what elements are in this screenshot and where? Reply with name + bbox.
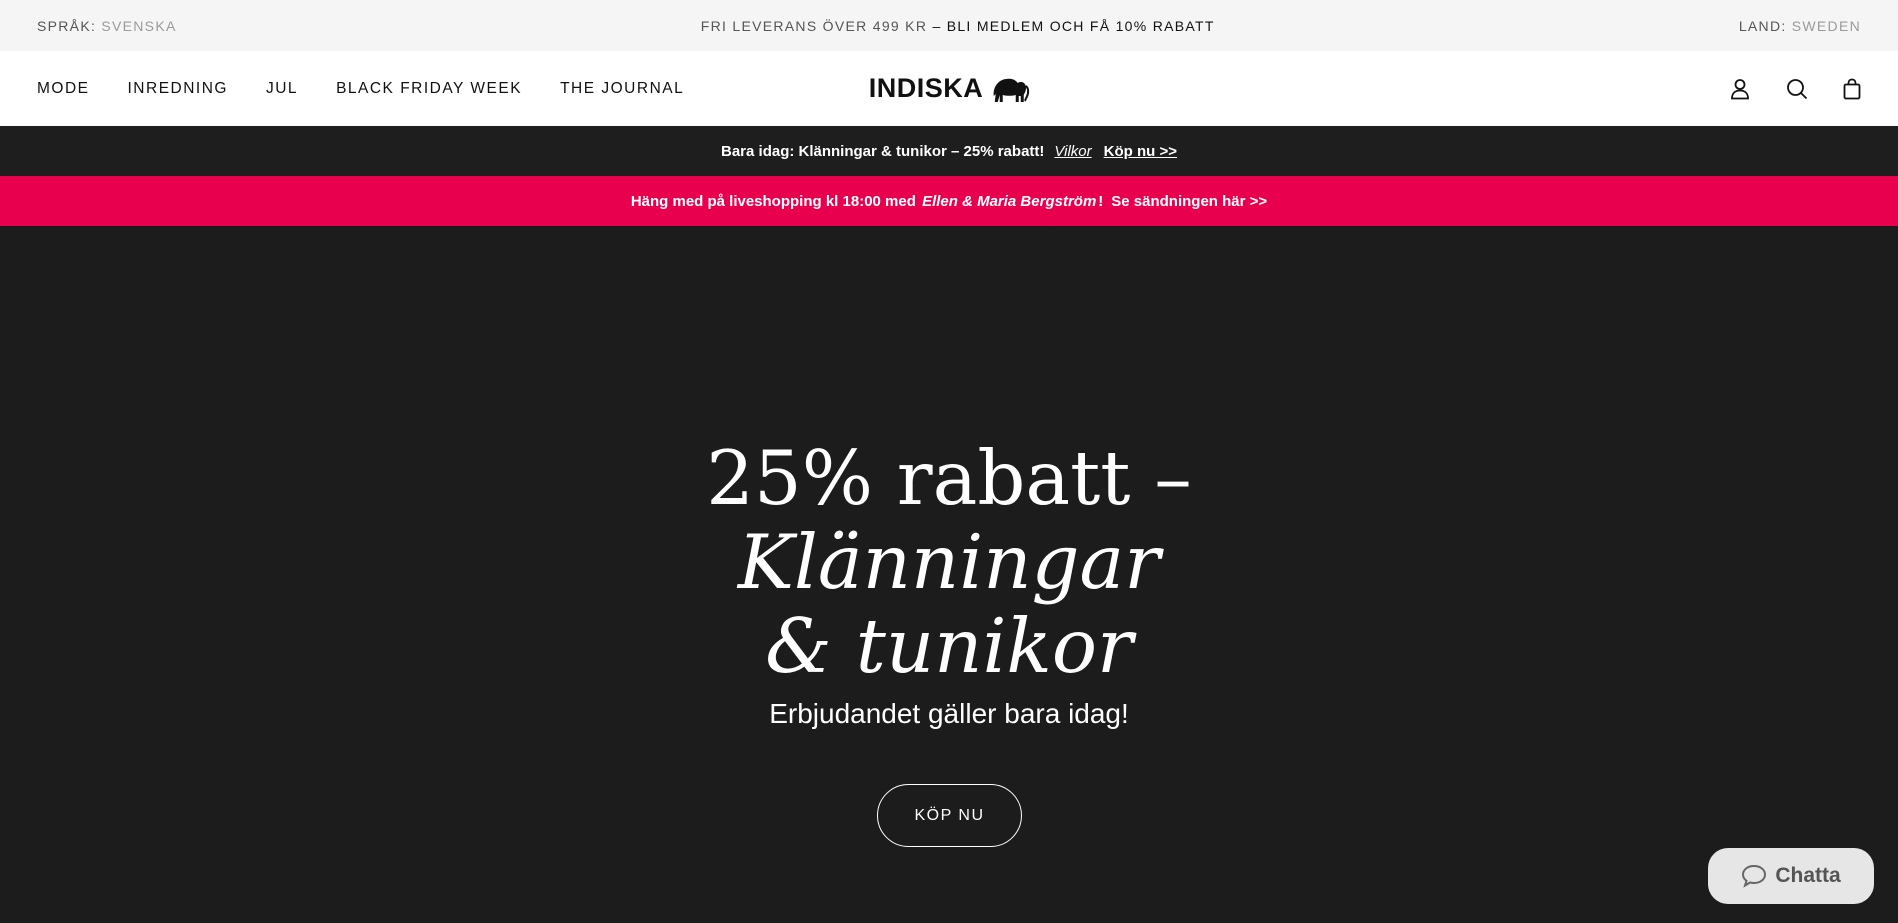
bag-icon	[1843, 78, 1861, 99]
chat-button[interactable]: Chatta	[1708, 848, 1874, 904]
hero-title-line-3: & tunikor	[765, 602, 1133, 690]
logo[interactable]: INDISKA	[869, 73, 1030, 104]
nav-item-inredning[interactable]: INREDNING	[128, 80, 228, 98]
nav-item-the-journal[interactable]: THE JOURNAL	[560, 80, 684, 98]
nav-item-mode[interactable]: MODE	[37, 80, 90, 98]
country-label: LAND:	[1738, 17, 1787, 34]
hero-title-line-1: 25% rabatt –	[706, 434, 1192, 522]
shop-now-button[interactable]: KÖP NU	[877, 784, 1022, 847]
liveshopping-banner[interactable]: Häng med på liveshopping kl 18:00 med El…	[0, 176, 1898, 226]
search-icon	[1786, 78, 1807, 99]
nav-item-jul[interactable]: JUL	[266, 80, 298, 98]
account-button[interactable]	[1711, 69, 1768, 109]
daily-offer-cta[interactable]: Köp nu >>	[1104, 143, 1177, 160]
hero-section: 25% rabatt – Klänningar & tunikor Erbjud…	[0, 226, 1898, 923]
country-selector[interactable]: LAND: SWEDEN	[1739, 18, 1861, 34]
liveshopping-cta[interactable]: Se sändningen här >>	[1111, 193, 1267, 210]
hero-subtitle: Erbjudandet gäller bara idag!	[769, 698, 1129, 729]
language-selector[interactable]: SPRÅK: SVENSKA	[37, 18, 177, 34]
shipping-message: FRI LEVERANS ÖVER 499 KR – BLI MEDLEM OC…	[701, 18, 1215, 34]
top-info-bar: SPRÅK: SVENSKA FRI LEVERANS ÖVER 499 KR …	[0, 0, 1898, 51]
liveshopping-hosts: Ellen & Maria Bergström	[922, 192, 1097, 210]
member-offer-link[interactable]: – BLI MEDLEM OCH FÅ 10% RABATT	[932, 18, 1214, 34]
elephant-logo-icon	[993, 78, 1029, 102]
hero-title: 25% rabatt – Klänningar & tunikor	[0, 436, 1898, 688]
cart-button[interactable]	[1825, 69, 1861, 109]
hero-title-line-2: Klänningar	[737, 518, 1161, 606]
main-navigation: MODE INREDNING JUL BLACK FRIDAY WEEK THE…	[0, 51, 1898, 126]
shipping-text: FRI LEVERANS ÖVER 499 KR	[700, 17, 928, 34]
nav-menu: MODE INREDNING JUL BLACK FRIDAY WEEK THE…	[37, 80, 722, 98]
language-label: SPRÅK:	[37, 17, 97, 34]
country-value: SWEDEN	[1791, 17, 1861, 34]
chat-label: Chatta	[1775, 864, 1841, 887]
chat-bubble-icon	[1742, 864, 1767, 888]
daily-offer-text: Bara idag: Klänningar & tunikor – 25% ra…	[721, 142, 1045, 160]
nav-item-black-friday-week[interactable]: BLACK FRIDAY WEEK	[336, 80, 522, 98]
logo-text: INDISKA	[868, 73, 984, 103]
search-button[interactable]	[1768, 69, 1825, 109]
user-icon	[1730, 78, 1749, 99]
language-value: SVENSKA	[101, 17, 177, 34]
nav-icons	[1711, 69, 1861, 109]
liveshopping-text: Häng med på liveshopping kl 18:00 med	[630, 192, 916, 210]
terms-link[interactable]: Vilkor	[1054, 143, 1091, 160]
liveshopping-exclamation: !	[1098, 192, 1104, 210]
daily-offer-banner: Bara idag: Klänningar & tunikor – 25% ra…	[0, 126, 1898, 176]
